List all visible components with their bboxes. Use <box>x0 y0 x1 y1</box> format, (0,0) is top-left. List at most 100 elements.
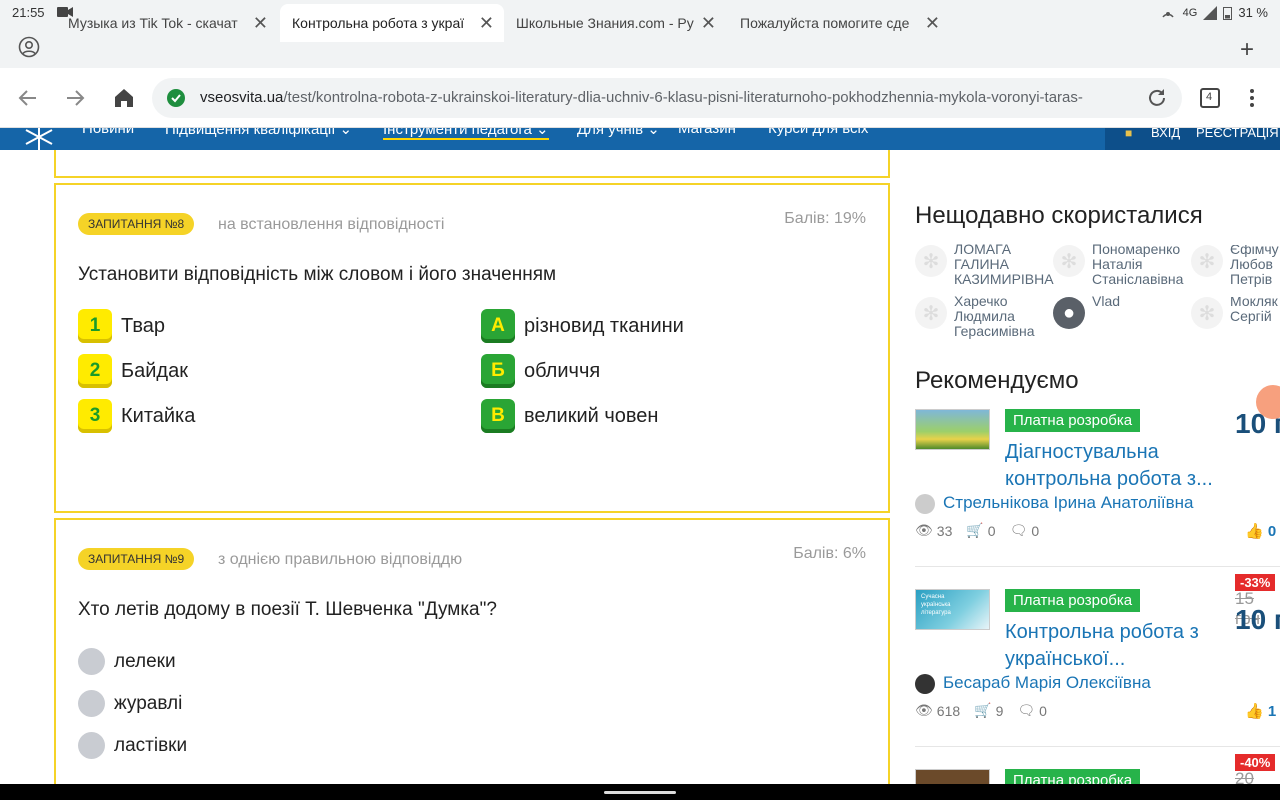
answer-option[interactable]: лелеки <box>114 651 176 673</box>
avatar: ● <box>1053 297 1085 329</box>
answer-radio-3[interactable] <box>78 732 105 759</box>
tab-title: Пожалуйста помогите сде <box>740 15 910 31</box>
site-navigation: Новини Підвищення кваліфікації ⌄ Інструм… <box>0 128 1280 150</box>
match-right-item: різновид тканини <box>524 315 684 337</box>
system-navigation-bar <box>0 784 1280 800</box>
status-time: 21:55 <box>12 5 45 20</box>
tab-2[interactable]: Школьные Знания.com - Ру ✕ <box>504 4 726 42</box>
price: 10 г <box>1235 604 1280 635</box>
match-key-3[interactable]: 3 <box>78 399 112 433</box>
nav-item-news[interactable]: Новини <box>82 128 134 137</box>
paid-badge: Платна розробка <box>1005 769 1141 784</box>
close-tab-icon[interactable]: ✕ <box>925 13 940 34</box>
likes[interactable]: 👍 0 <box>1245 522 1276 540</box>
avatar <box>915 493 935 514</box>
more-menu-icon[interactable] <box>1240 86 1264 110</box>
recommendation-thumbnail[interactable] <box>915 409 990 450</box>
profile-icon[interactable] <box>18 36 40 58</box>
question-text: Установити відповідність між словом і йо… <box>78 264 557 285</box>
recommendation-title[interactable]: Діагностувальна контрольна робота з... <box>1005 439 1240 493</box>
nav-item-training[interactable]: Підвищення кваліфікації ⌄ <box>165 128 352 138</box>
match-key-a[interactable]: А <box>481 309 515 343</box>
reload-icon[interactable] <box>1146 87 1168 109</box>
question-card-8: ЗАПИТАННЯ №8 на встановлення відповіднос… <box>54 183 890 513</box>
back-icon[interactable] <box>16 86 40 110</box>
nav-item-teacher-tools[interactable]: Інструменти педагога ⌄ <box>383 128 549 140</box>
likes[interactable]: 👍 1 <box>1245 702 1276 720</box>
home-gesture-handle[interactable] <box>604 791 676 794</box>
new-tab-icon[interactable]: + <box>1240 36 1254 64</box>
close-tab-icon[interactable]: ✕ <box>253 13 268 34</box>
login-link[interactable]: ВХІД <box>1151 128 1180 140</box>
close-tab-icon[interactable]: ✕ <box>479 13 494 34</box>
comments-count: 0 <box>1039 702 1047 719</box>
tab-switcher-button[interactable]: 4 <box>1198 86 1222 110</box>
recommendation-thumbnail[interactable] <box>915 769 990 784</box>
recommendation-card[interactable]: Платна розробка Діагностувальна контроль… <box>915 408 1280 549</box>
address-bar[interactable]: vseosvita.ua/test/kontrolna-robota-z-ukr… <box>152 78 1182 118</box>
tab-count: 4 <box>1206 91 1213 103</box>
paid-badge: Платна розробка <box>1005 409 1141 432</box>
question-number-badge: ЗАПИТАННЯ №8 <box>78 213 195 235</box>
comments-count: 0 <box>1031 522 1040 539</box>
recent-user[interactable]: ✻ Мокляк Сергій <box>1191 297 1280 343</box>
eye-icon: 👁 <box>915 522 933 538</box>
avatar: ✻ <box>1191 245 1223 277</box>
match-right-item: обличчя <box>524 360 601 382</box>
tab-title: Школьные Знания.com - Ру <box>516 15 694 31</box>
tab-title: Музыка из Tik Tok - скачат <box>68 15 238 31</box>
question-number-badge: ЗАПИТАННЯ №9 <box>78 548 195 570</box>
battery-icon <box>1223 6 1233 20</box>
match-key-b[interactable]: Б <box>481 354 515 388</box>
paid-badge: Платна розробка <box>1005 589 1141 612</box>
recommendation-card[interactable]: Сучасна українська література Платна роз… <box>915 574 1280 729</box>
tab-1[interactable]: Контрольна робота з украї ✕ <box>280 4 504 42</box>
battery-level: 31 % <box>1238 5 1268 20</box>
user-name: Vlad <box>1092 293 1121 309</box>
avatar: ✻ <box>1053 245 1085 277</box>
old-price: 20 грн <box>1235 769 1254 784</box>
comment-icon: 🗨 <box>1017 702 1036 718</box>
url-path: /test/kontrolna-robota-z-ukrainskoi-lite… <box>283 89 1083 106</box>
nav-item-courses[interactable]: Курси для всіх <box>768 128 868 137</box>
stats-row: 👁 618 🛒 9 🗨 0 <box>915 702 1057 719</box>
match-key-1[interactable]: 1 <box>78 309 112 343</box>
answer-option[interactable]: ластівки <box>114 735 187 757</box>
recent-user[interactable]: ✻ Єфімчу Любов Петрів <box>1191 245 1280 291</box>
answer-radio-1[interactable] <box>78 648 105 675</box>
recommendation-thumbnail[interactable]: Сучасна українська література <box>915 589 990 630</box>
recommendation-title[interactable]: Контрольна робота з української... <box>1005 619 1240 673</box>
divider <box>915 746 1280 747</box>
close-tab-icon[interactable]: ✕ <box>701 13 716 34</box>
user-name: Харечко Людмила Герасимівна <box>954 293 1035 339</box>
url-text[interactable]: vseosvita.ua/test/kontrolna-robota-z-ukr… <box>200 89 1100 106</box>
match-key-v[interactable]: В <box>481 399 515 433</box>
nav-item-shop[interactable]: Магазин <box>678 128 736 137</box>
author-link[interactable]: Бесараб Марія Олексіївна <box>915 673 1151 694</box>
stats-row: 👁 33 🛒 0 🗨 0 <box>915 522 1049 539</box>
tab-3[interactable]: Пожалуйста помогите сде ✕ <box>728 4 950 42</box>
answer-radio-2[interactable] <box>78 690 105 717</box>
match-left-item: Твар <box>121 315 165 337</box>
forward-icon[interactable] <box>63 86 87 110</box>
match-key-2[interactable]: 2 <box>78 354 112 388</box>
user-name: ЛОМАГА ГАЛИНА КАЗИМИРІВНА <box>954 241 1054 287</box>
divider <box>915 566 1280 567</box>
site-logo-icon[interactable] <box>22 128 56 150</box>
secure-shield-icon[interactable] <box>166 88 186 108</box>
hotspot-icon <box>1162 11 1174 18</box>
answer-option[interactable]: журавлі <box>114 693 182 715</box>
register-link[interactable]: РЕЄСТРАЦІЯ <box>1196 128 1279 140</box>
recommendation-card[interactable]: Платна розробка -40% 20 грн <box>915 754 1280 784</box>
nav-item-students[interactable]: Для учнів ⌄ <box>577 128 660 138</box>
lock-icon: ■ <box>1125 128 1133 140</box>
tab-0[interactable]: Музыка из Tik Tok - скачат ✕ <box>56 4 278 42</box>
signal-icon <box>1203 5 1218 20</box>
home-icon[interactable] <box>112 86 136 110</box>
avatar <box>915 673 935 694</box>
thumbnail-caption: Сучасна українська література <box>921 594 951 616</box>
previous-question-card <box>54 150 890 178</box>
user-name: Мокляк Сергій <box>1230 297 1278 324</box>
author-link[interactable]: Стрельнікова Ірина Анатоліївна <box>915 493 1193 514</box>
cart-icon: 🛒 <box>974 702 992 718</box>
